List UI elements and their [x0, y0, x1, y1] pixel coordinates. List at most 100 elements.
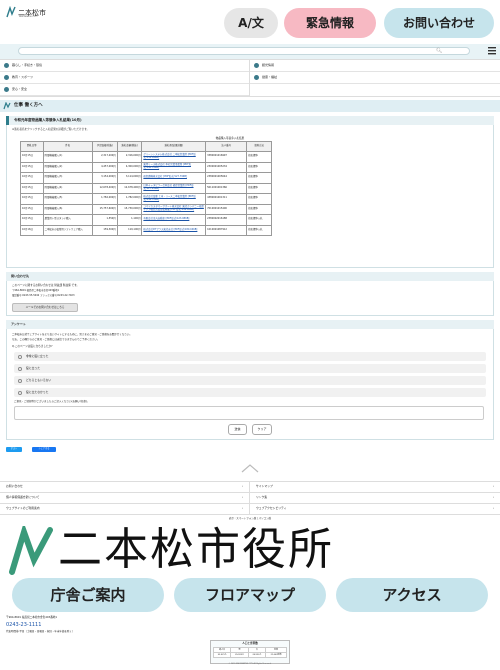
living-icon [4, 63, 9, 68]
office-hours: 代表時間帯:平日（土曜日・日曜日・祝日・年末年始を除く） [6, 630, 75, 633]
chevron-right-icon: › [492, 484, 494, 489]
population-value: 52,521人 [212, 652, 232, 658]
contact-button[interactable]: お問い合わせ [384, 8, 494, 38]
table-cell: 除雪機械購入(1) [42, 151, 94, 163]
table-cell: 農業用ト型スタンド購入 [42, 214, 94, 226]
table-cell: 3,154,000円 [92, 172, 118, 184]
chevron-right-icon: › [492, 495, 494, 500]
mail-contact-button[interactable]: メールでのお問い合わせはこちら [12, 303, 78, 312]
table-header: 開札日等 [20, 141, 44, 152]
table-header: 落札金額(税抜) [116, 141, 143, 152]
survey-option[interactable]: どちらともいえない [14, 376, 486, 385]
table-row: 10月15日 農業用ト型スタンド購入 1,550円 1,100円 有限会社金丸自動車 [… [20, 214, 272, 226]
table-cell: 2380002016188 [205, 214, 248, 226]
winner-link[interactable]: 株式会社DTプラス東北支社 [PDF形式/180.04KB] [141, 224, 207, 236]
copyright: © 2019 NIHONMATSU CITY. All Rights Reser… [228, 663, 272, 665]
floor-map-button[interactable]: フロアマップ [174, 578, 326, 612]
footer-link-sitemap[interactable]: サイトマップ › [250, 482, 500, 493]
search-input[interactable] [18, 47, 470, 55]
table-cell: 10月16日 [20, 224, 44, 236]
population-value: 26,922人 [247, 652, 267, 658]
share-x-button[interactable]: ポスト [6, 447, 22, 452]
survey-note: 二本松市公式ウェブサイトをより良いサイトにするために、皆さまのご意見・ご感想をお… [12, 333, 132, 336]
table-cell: 除雪機械購入(3) [42, 172, 94, 184]
table-cell: 4,300,000円 [116, 161, 143, 173]
survey-option[interactable]: 役に立った [14, 364, 486, 373]
table-cell: 10月15日 [20, 193, 44, 205]
table-row: 10月15日 除雪機械購入(3) 3,154,000円 3,114,000円 福島農機株… [20, 172, 272, 184]
winner-link[interactable]: 株式会社富藤 土木・リース二本松営業所 [PDF形式/136.72KB] [141, 193, 207, 205]
winner-link[interactable]: 有限会社金丸自動車 [PDF形式/123.08KB] [141, 214, 207, 226]
table-cell: 10月15日 [20, 161, 44, 173]
table-cell: 1010001087912 [205, 224, 248, 236]
hamburger-menu-icon[interactable] [487, 45, 497, 57]
table-cell: 15,730,000円 [116, 203, 143, 215]
access-button[interactable]: アクセス [336, 578, 488, 612]
table-cell: 12,678,400円 [92, 182, 118, 194]
table-cell: 2300001005234 [205, 161, 248, 173]
radio-icon[interactable] [18, 378, 22, 383]
office-address: 〒964-8601 福島県二本松市金色403番地1 [6, 616, 58, 619]
emergency-info-button[interactable]: 緊急情報 [284, 8, 376, 38]
table-header: 予定価格(税抜) [92, 141, 118, 152]
footer-link-usage[interactable]: ウェブサイトのご利用案内 › [0, 504, 249, 515]
population-value: 25,599人 [230, 652, 249, 658]
radio-icon[interactable] [18, 390, 22, 395]
category-safety[interactable]: 安心・安全 [0, 84, 249, 96]
table-row: 10月15日 除雪機械購入(6) 15,757,600円 15,730,000円 コマツ… [20, 203, 272, 215]
comment-textarea[interactable] [14, 406, 484, 420]
table-cell: 119,100円 [116, 224, 143, 236]
table-cell: 10月15日 [20, 151, 44, 163]
table-cell: 159,300円 [92, 224, 118, 236]
footer-link-accessibility[interactable]: ウェブアクセシビリティ › [250, 504, 500, 515]
table-cell: 4380001001311 [205, 193, 248, 205]
table-cell: 3380001016997 [205, 151, 248, 163]
section-icon [3, 102, 11, 110]
winner-link[interactable]: グリーンシステム株式会社 二本松営業所 [PDF形式/136.89KB] [141, 151, 207, 163]
submit-button[interactable]: 送信 [228, 424, 247, 435]
office-phone[interactable]: 0243-23-1111 [6, 622, 41, 628]
table-cell: 除雪機械購入(2) [42, 161, 94, 173]
table-cell: 2380001005644 [205, 172, 248, 184]
health-icon [254, 75, 259, 80]
survey-option[interactable]: 非常に役に立った [14, 352, 486, 361]
table-cell: 7010001015400 [205, 203, 248, 215]
footer-link-privacy[interactable]: 個人情報保護方針について › [0, 493, 249, 504]
article-note: ※落札者名をクリックすると入札結果の詳細がご覧いただけます。 [12, 128, 90, 131]
category-health[interactable]: 健康・福祉 [250, 72, 500, 84]
winner-link[interactable]: 日本キャタピラー合同会社 福島営業所 [PDF形式/127.45KB] [141, 182, 207, 194]
table-cell: 指名競争入札 [246, 214, 272, 226]
winner-link[interactable]: 東邦リース株式会社 本社営業事業所 [PDF形式/140.51KB] [141, 161, 207, 173]
radio-icon[interactable] [18, 366, 22, 371]
table-cell: 指名競争 [246, 172, 272, 184]
survey-option[interactable]: 役に立たなかった [14, 388, 486, 397]
city-logo-icon[interactable] [6, 6, 16, 18]
footer-link-links[interactable]: リンク集 › [250, 493, 500, 504]
search-icon[interactable]: 🔍︎ [436, 48, 442, 54]
page-title: 仕事 働く方へ [0, 100, 500, 112]
clear-button[interactable]: クリア [252, 424, 272, 435]
table-cell: 指名競争 [246, 203, 272, 215]
category-living[interactable]: 暮らし・手続き・環境 [0, 60, 249, 72]
table-cell: 二本松市の役所用ソフトウェア購入 [42, 224, 94, 236]
footer-link-contact[interactable]: お問い合わせ › [0, 482, 249, 493]
back-to-top-icon[interactable] [240, 463, 260, 473]
category-tourism[interactable]: 観光情報 [250, 60, 500, 72]
survey-heading: アンケート [6, 320, 494, 329]
radio-icon[interactable] [18, 354, 22, 359]
office-guide-button[interactable]: 庁舎ご案内 [12, 578, 164, 612]
table-row: 10月16日 二本松市の役所用ソフトウェア購入 159,300円 119,100円 株式… [20, 224, 272, 236]
language-button[interactable]: A/文 [224, 8, 278, 38]
population-table: 総人口 男 女 世帯 52,521人 25,599人 26,922人 21,06… [212, 647, 287, 658]
table-cell: 指名競争 [246, 151, 272, 163]
comment-label: ご意見・ご感想等がございましたらご記入ください(お願い/任意)。 [14, 400, 90, 403]
category-education[interactable]: 教育・スポーツ [0, 72, 249, 84]
display-mode-switch[interactable]: 表示 : スマートフォン版 | パソコン版 [0, 517, 500, 520]
contact-address: 〒964-8601 福島県二本松市金色403番地1 [12, 289, 60, 292]
logo-subtitle: NIHONMATSU CITY [19, 16, 38, 18]
table-cell: 15,757,600円 [92, 203, 118, 215]
winner-link[interactable]: コマツカスタマーサポート株式会社 東北カンパニー福島ミシン福島営業部業務課 [P… [141, 203, 207, 215]
winner-link[interactable]: 福島農機株式会社 [PDF形式/127.79KB] [141, 172, 207, 184]
category-nav: 暮らし・手続き・環境 教育・スポーツ 安心・安全 観光情報 健康・福祉 [0, 59, 500, 97]
share-facebook-button[interactable]: シェアする [32, 447, 56, 452]
